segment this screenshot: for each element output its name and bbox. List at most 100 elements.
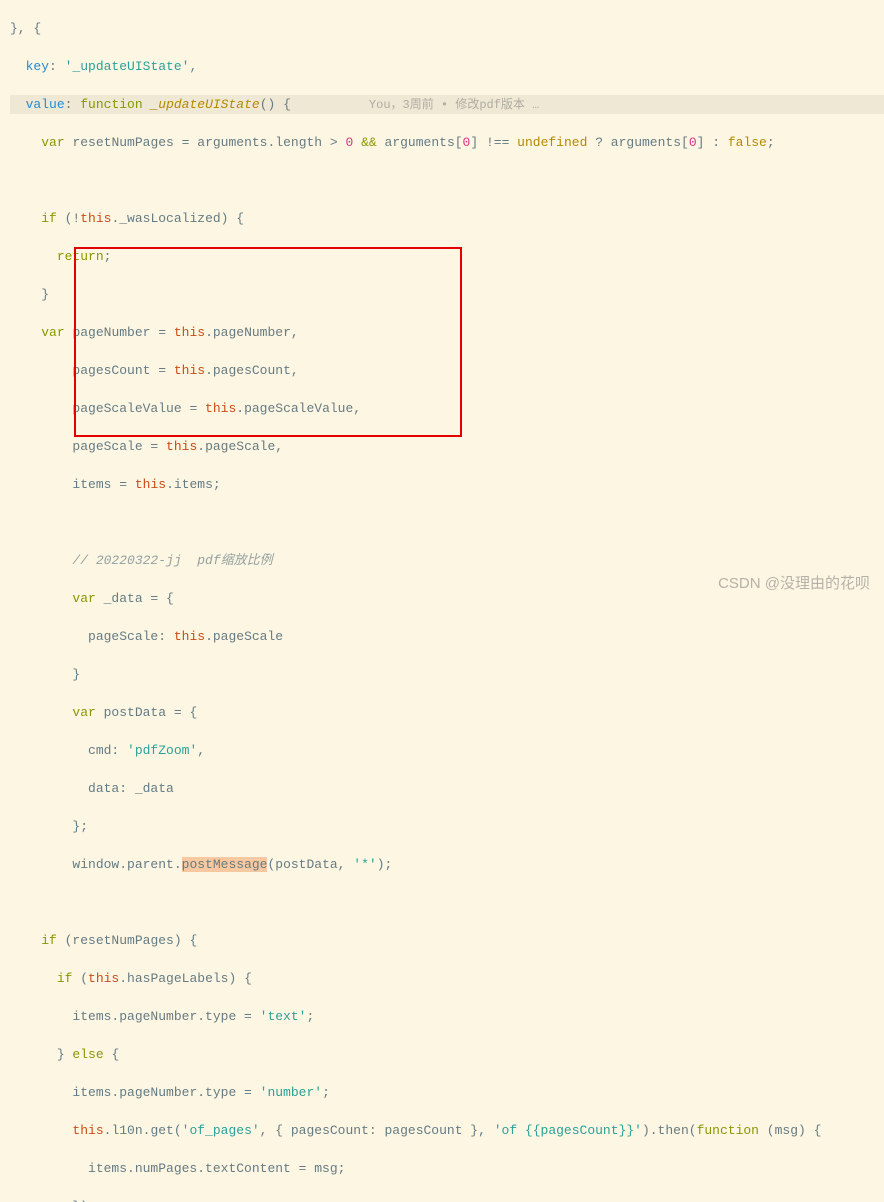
code-editor[interactable]: }, { key: '_updateUIState', value: funct… xyxy=(0,0,884,1202)
string: 'pdfZoom' xyxy=(127,743,197,758)
text: items.pageNumber.type = xyxy=(72,1085,259,1100)
search-highlight: postMessage xyxy=(182,857,268,872)
text: postData = { xyxy=(96,705,197,720)
code-line: items.numPages.textContent = msg; xyxy=(10,1159,884,1178)
keyword: return xyxy=(57,249,104,264)
text: .l10n.get( xyxy=(104,1123,182,1138)
string: 'of_pages' xyxy=(182,1123,260,1138)
text: cmd: xyxy=(88,743,127,758)
text: }); xyxy=(72,1199,95,1202)
code-line: // 20220322-jj pdf缩放比例 xyxy=(10,551,884,570)
string: 'of {{pagesCount}}' xyxy=(494,1123,642,1138)
text: .pageScale xyxy=(205,629,283,644)
text: '_updateUIState' xyxy=(65,59,190,74)
keyword: this xyxy=(205,401,236,416)
text: items = xyxy=(72,477,134,492)
text: arguments xyxy=(197,135,267,150)
code-line: items.pageNumber.type = 'number'; xyxy=(10,1083,884,1102)
keyword: var xyxy=(72,705,95,720)
keyword: if xyxy=(41,933,57,948)
keyword: this xyxy=(166,439,197,454)
codelens-annotation[interactable]: You，3周前 • 修改pdf版本 … xyxy=(369,98,539,112)
text: pageScale: xyxy=(88,629,174,644)
text: pagesCount = xyxy=(72,363,173,378)
code-line: cmd: 'pdfZoom', xyxy=(10,741,884,760)
keyword: var xyxy=(41,325,64,340)
keyword: function xyxy=(697,1123,759,1138)
keyword: this xyxy=(174,363,205,378)
text: items.numPages.textContent = msg; xyxy=(88,1161,345,1176)
text: data: _data xyxy=(88,781,174,796)
string: '*' xyxy=(353,857,376,872)
text: window.parent. xyxy=(72,857,181,872)
code-line: if (!this._wasLocalized) { xyxy=(10,209,884,228)
comment: // 20220322-jj pdf缩放比例 xyxy=(72,553,272,568)
text: ? xyxy=(587,135,610,150)
text: resetNumPages xyxy=(72,135,173,150)
text: .pageScaleValue, xyxy=(236,401,361,416)
text: pageNumber = xyxy=(72,325,173,340)
code-line-highlighted: value: function _updateUIState() { You，3… xyxy=(10,95,884,114)
text: (resetNumPages) { xyxy=(57,933,197,948)
num: 0 xyxy=(689,135,697,150)
text: .items; xyxy=(166,477,221,492)
keyword: this xyxy=(88,971,119,986)
code-line: pagesCount = this.pagesCount, xyxy=(10,361,884,380)
code-line: } else { xyxy=(10,1045,884,1064)
keyword: var xyxy=(72,591,95,606)
code-line: items = this.items; xyxy=(10,475,884,494)
code-line: pageScale: this.pageScale xyxy=(10,627,884,646)
text: { xyxy=(104,1047,120,1062)
code-line: } xyxy=(10,665,884,684)
keyword: else xyxy=(72,1047,103,1062)
text: .length > xyxy=(267,135,345,150)
code-line xyxy=(10,513,884,532)
keyword: false xyxy=(728,135,767,150)
function-name: _updateUIState xyxy=(150,97,259,112)
text: pageScaleValue = xyxy=(72,401,205,416)
code-line: }; xyxy=(10,817,884,836)
keyword: function xyxy=(80,97,142,112)
code-line: window.parent.postMessage(postData, '*')… xyxy=(10,855,884,874)
code-line: }); xyxy=(10,1197,884,1202)
text: ).then( xyxy=(642,1123,697,1138)
keyword: this xyxy=(174,629,205,644)
keyword: this xyxy=(72,1123,103,1138)
code-line xyxy=(10,893,884,912)
code-line: } xyxy=(10,285,884,304)
code-line: items.pageNumber.type = 'text'; xyxy=(10,1007,884,1026)
text: key xyxy=(26,59,49,74)
text: .pagesCount, xyxy=(205,363,299,378)
text: _data = { xyxy=(96,591,174,606)
code-line: var pageNumber = this.pageNumber, xyxy=(10,323,884,342)
keyword: if xyxy=(41,211,57,226)
text: .pageScale, xyxy=(197,439,283,454)
keyword: undefined xyxy=(517,135,587,150)
string: 'number' xyxy=(260,1085,322,1100)
text: arguments[ xyxy=(385,135,463,150)
text: (! xyxy=(57,211,80,226)
code-line: }, { xyxy=(10,19,884,38)
text: (postData, xyxy=(267,857,353,872)
text: } xyxy=(57,1047,73,1062)
text: .hasPageLabels) { xyxy=(119,971,252,986)
text: }; xyxy=(72,819,88,834)
text: }, { xyxy=(10,21,41,36)
text: ] : xyxy=(697,135,728,150)
code-line: data: _data xyxy=(10,779,884,798)
text: value xyxy=(26,97,65,112)
text: , { pagesCount: pagesCount }, xyxy=(260,1123,494,1138)
code-line: this.l10n.get('of_pages', { pagesCount: … xyxy=(10,1121,884,1140)
code-line: var postData = { xyxy=(10,703,884,722)
code-line: return; xyxy=(10,247,884,266)
keyword: var xyxy=(41,135,64,150)
text: .pageNumber, xyxy=(205,325,299,340)
code-line: if (this.hasPageLabels) { xyxy=(10,969,884,988)
code-line: pageScale = this.pageScale, xyxy=(10,437,884,456)
code-line: pageScaleValue = this.pageScaleValue, xyxy=(10,399,884,418)
text: ._wasLocalized) { xyxy=(111,211,244,226)
code-line xyxy=(10,171,884,190)
text: pageScale = xyxy=(72,439,166,454)
code-line: var _data = { xyxy=(10,589,884,608)
text: (msg) { xyxy=(759,1123,821,1138)
